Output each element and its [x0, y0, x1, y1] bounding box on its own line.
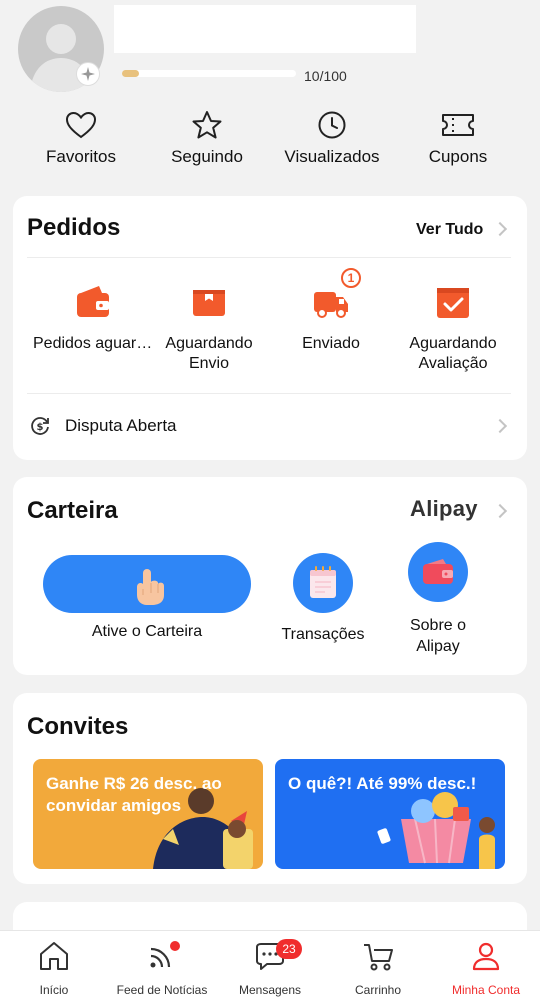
discount-promo-text: O quê?! Até 99% desc.!	[288, 774, 477, 793]
see-all-orders-link[interactable]: Ver Tudo	[416, 221, 483, 239]
shortcut-viewed[interactable]: Visualizados	[267, 110, 397, 167]
star-icon	[192, 111, 222, 139]
pointing-hand-icon	[137, 569, 164, 605]
bottom-navigation: Início Feed de Notícias 23 Mensagens Car…	[0, 930, 540, 1006]
wallet-icon	[423, 559, 453, 584]
shortcut-label: Favoritos	[46, 147, 116, 166]
order-status-label: Enviado	[302, 335, 360, 352]
open-dispute-row[interactable]: $ Disputa Aberta	[13, 396, 527, 454]
invite-friends-promo-banner[interactable]: Ganhe R$ 26 desc. ao convidar amigos	[33, 759, 263, 869]
wallet-title: Carteira	[27, 497, 118, 524]
chevron-right-icon	[492, 503, 508, 519]
activate-wallet-button[interactable]	[43, 555, 251, 613]
divider	[27, 393, 511, 394]
avatar-edit-badge-icon[interactable]	[76, 62, 100, 86]
activate-wallet-label: Ative o Carteira	[91, 623, 203, 640]
wallet-card: Carteira Alipay Ative o Carteira Transaç…	[13, 477, 527, 675]
nav-label: Carrinho	[354, 983, 402, 997]
transactions-label: Transações	[281, 626, 365, 643]
level-progress-fill	[122, 70, 140, 77]
box-icon	[189, 282, 229, 322]
level-progress-bar	[122, 70, 296, 77]
receipt-icon	[310, 566, 336, 598]
chevron-right-icon	[492, 221, 508, 237]
nav-news-feed[interactable]: Feed de Notícias	[108, 939, 216, 997]
user-icon	[472, 942, 500, 971]
profile-header: 10/100	[0, 0, 540, 100]
messages-count-badge: 23	[276, 939, 302, 959]
username-placeholder	[114, 5, 416, 53]
shortcut-label: Cupons	[428, 147, 488, 166]
nav-my-account[interactable]: Minha Conta	[432, 939, 540, 997]
order-status-awaiting-review[interactable]: Aguardando Avaliação	[389, 282, 517, 374]
shortcut-label: Visualizados	[284, 147, 380, 166]
feed-notification-dot	[170, 941, 180, 951]
truck-icon: 1	[311, 268, 361, 322]
nav-label: Minha Conta	[451, 983, 521, 997]
about-alipay-label: Sobre o Alipay	[409, 617, 467, 655]
shortcut-coupons[interactable]: Cupons	[393, 110, 523, 167]
orders-title: Pedidos	[27, 214, 121, 241]
nav-cart[interactable]: Carrinho	[324, 939, 432, 997]
ticket-icon	[442, 114, 474, 136]
nav-messages[interactable]: 23 Mensagens	[216, 939, 324, 997]
open-dispute-label: Disputa Aberta	[65, 416, 177, 435]
discount-promo-banner[interactable]: O quê?! Até 99% desc.!	[275, 759, 505, 869]
quick-shortcuts: Favoritos Seguindo Visualizados Cupons	[0, 110, 540, 174]
nav-home[interactable]: Início	[0, 939, 108, 997]
invites-card: Convites Ganhe R$ 26 desc. ao convidar a…	[13, 693, 527, 884]
shortcut-label: Seguindo	[171, 147, 243, 166]
order-status-label: Aguardando Avaliação	[409, 335, 497, 372]
order-status-label: Aguardando Envio	[165, 335, 253, 372]
order-status-label: Pedidos aguardando pagamento	[33, 335, 153, 352]
shipped-count-badge: 1	[341, 268, 361, 288]
chevron-right-icon	[492, 418, 508, 434]
svg-text:$: $	[37, 422, 44, 433]
alipay-logo[interactable]: Alipay	[410, 496, 478, 522]
divider	[27, 257, 511, 258]
dispute-refund-icon: $	[31, 417, 49, 435]
review-icon	[433, 282, 473, 322]
transactions-button[interactable]	[293, 553, 353, 613]
shortcut-following[interactable]: Seguindo	[142, 110, 272, 167]
nav-label: Feed de Notícias	[116, 983, 208, 997]
about-alipay-button[interactable]	[408, 542, 468, 602]
orders-card: Pedidos Ver Tudo Pedidos aguardando paga…	[13, 196, 527, 460]
order-status-shipped[interactable]: 1 Enviado	[267, 268, 395, 354]
clock-icon	[318, 111, 346, 139]
level-progress-text: 10/100	[304, 68, 347, 84]
cart-icon	[364, 944, 393, 971]
heart-icon	[65, 111, 97, 139]
invites-title: Convites	[27, 713, 129, 740]
wallet-icon	[73, 282, 113, 322]
order-status-awaiting-shipment[interactable]: Aguardando Envio	[145, 282, 273, 374]
home-icon	[40, 942, 68, 970]
invite-friends-promo-text: Ganhe R$ 26 desc. ao convidar amigos	[46, 774, 222, 815]
shortcut-favorites[interactable]: Favoritos	[16, 110, 146, 167]
nav-label: Mensagens	[238, 983, 302, 997]
nav-label: Início	[39, 983, 69, 997]
order-status-awaiting-payment[interactable]: Pedidos aguardando pagamento	[29, 282, 157, 354]
